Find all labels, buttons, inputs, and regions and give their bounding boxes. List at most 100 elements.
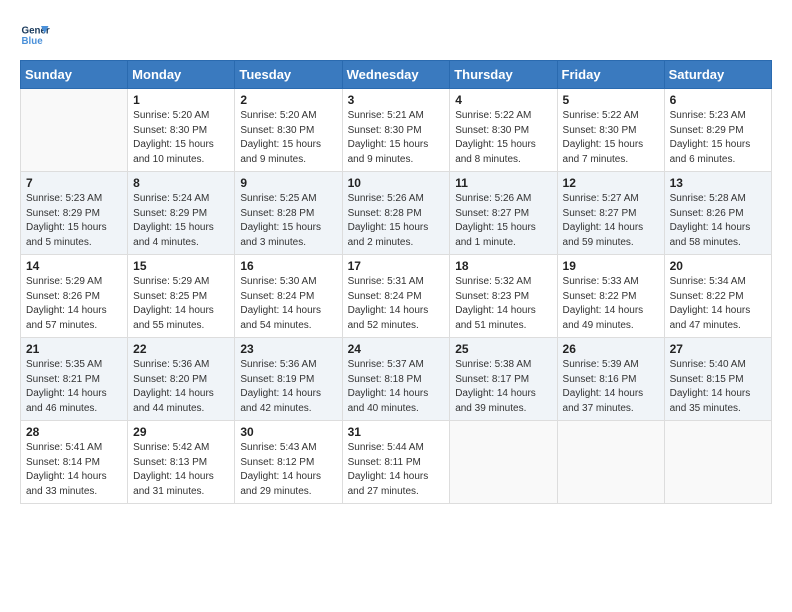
day-info: Sunrise: 5:38 AMSunset: 8:17 PMDaylight:… xyxy=(455,358,551,416)
day-number: 24 xyxy=(348,342,445,356)
calendar-cell: 28Sunrise: 5:41 AMSunset: 8:14 PMDayligh… xyxy=(21,421,128,504)
calendar-cell: 10 Sunrise: 5:26 AMSunset: 8:28 PMDayligh… xyxy=(342,172,450,255)
calendar-cell: 29 Sunrise: 5:42 AMSunset: 8:13 PMDayligh… xyxy=(128,421,235,504)
weekday-header-saturday: Saturday xyxy=(664,61,771,89)
day-number: 7 xyxy=(26,176,122,190)
weekday-header-sunday: Sunday xyxy=(21,61,128,89)
day-number: 9 xyxy=(240,176,336,190)
calendar-cell xyxy=(664,421,771,504)
day-info: Sunrise: 5:44 AMSunset: 8:11 PMDaylight:… xyxy=(348,441,445,499)
day-number: 20 xyxy=(670,259,766,273)
day-info: Sunrise: 5:31 AMSunset: 8:24 PMDaylight:… xyxy=(348,275,445,333)
calendar-cell: 20 Sunrise: 5:34 AMSunset: 8:22 PMDayligh… xyxy=(664,255,771,338)
logo: General Blue xyxy=(20,20,52,50)
day-number: 31 xyxy=(348,425,445,439)
logo-icon: General Blue xyxy=(20,20,50,50)
day-info: Sunrise: 5:29 AMSunset: 8:26 PMDaylight:… xyxy=(26,275,122,333)
day-info: Sunrise: 5:20 AMSunset: 8:30 PMDaylight:… xyxy=(133,109,229,167)
weekday-header-thursday: Thursday xyxy=(450,61,557,89)
day-number: 27 xyxy=(670,342,766,356)
day-info: Sunrise: 5:23 AMSunset: 8:29 PMDaylight:… xyxy=(26,192,122,250)
calendar-cell: 26Sunrise: 5:39 AMSunset: 8:16 PMDayligh… xyxy=(557,338,664,421)
day-number: 11 xyxy=(455,176,551,190)
calendar-cell: 21 Sunrise: 5:35 AMSunset: 8:21 PMDayligh… xyxy=(21,338,128,421)
day-number: 14 xyxy=(26,259,122,273)
day-info: Sunrise: 5:23 AMSunset: 8:29 PMDaylight:… xyxy=(670,109,766,167)
day-number: 6 xyxy=(670,93,766,107)
calendar-week-row: 14 Sunrise: 5:29 AMSunset: 8:26 PMDayligh… xyxy=(21,255,772,338)
day-number: 2 xyxy=(240,93,336,107)
calendar-cell xyxy=(21,89,128,172)
day-number: 21 xyxy=(26,342,122,356)
day-info: Sunrise: 5:43 AMSunset: 8:12 PMDaylight:… xyxy=(240,441,336,499)
page-header: General Blue xyxy=(20,20,772,50)
day-info: Sunrise: 5:33 AMSunset: 8:22 PMDaylight:… xyxy=(563,275,659,333)
weekday-header-monday: Monday xyxy=(128,61,235,89)
weekday-header-friday: Friday xyxy=(557,61,664,89)
day-info: Sunrise: 5:32 AMSunset: 8:23 PMDaylight:… xyxy=(455,275,551,333)
day-info: Sunrise: 5:37 AMSunset: 8:18 PMDaylight:… xyxy=(348,358,445,416)
calendar-week-row: 1 Sunrise: 5:20 AMSunset: 8:30 PMDaylight… xyxy=(21,89,772,172)
calendar-cell: 31 Sunrise: 5:44 AMSunset: 8:11 PMDayligh… xyxy=(342,421,450,504)
calendar-cell: 13Sunrise: 5:28 AMSunset: 8:26 PMDayligh… xyxy=(664,172,771,255)
day-number: 16 xyxy=(240,259,336,273)
calendar-week-row: 21 Sunrise: 5:35 AMSunset: 8:21 PMDayligh… xyxy=(21,338,772,421)
calendar-cell: 27 Sunrise: 5:40 AMSunset: 8:15 PMDayligh… xyxy=(664,338,771,421)
calendar-cell: 14 Sunrise: 5:29 AMSunset: 8:26 PMDayligh… xyxy=(21,255,128,338)
calendar-table: SundayMondayTuesdayWednesdayThursdayFrid… xyxy=(20,60,772,504)
day-info: Sunrise: 5:28 AMSunset: 8:26 PMDaylight:… xyxy=(670,192,766,250)
day-number: 23 xyxy=(240,342,336,356)
day-info: Sunrise: 5:41 AMSunset: 8:14 PMDaylight:… xyxy=(26,441,122,499)
day-number: 12 xyxy=(563,176,659,190)
calendar-cell: 16 Sunrise: 5:30 AMSunset: 8:24 PMDayligh… xyxy=(235,255,342,338)
day-number: 29 xyxy=(133,425,229,439)
calendar-cell: 3Sunrise: 5:21 AMSunset: 8:30 PMDaylight… xyxy=(342,89,450,172)
day-info: Sunrise: 5:22 AMSunset: 8:30 PMDaylight:… xyxy=(455,109,551,167)
calendar-cell: 4 Sunrise: 5:22 AMSunset: 8:30 PMDaylight… xyxy=(450,89,557,172)
day-number: 22 xyxy=(133,342,229,356)
day-number: 17 xyxy=(348,259,445,273)
day-info: Sunrise: 5:24 AMSunset: 8:29 PMDaylight:… xyxy=(133,192,229,250)
calendar-cell: 25Sunrise: 5:38 AMSunset: 8:17 PMDayligh… xyxy=(450,338,557,421)
day-info: Sunrise: 5:34 AMSunset: 8:22 PMDaylight:… xyxy=(670,275,766,333)
calendar-week-row: 28Sunrise: 5:41 AMSunset: 8:14 PMDayligh… xyxy=(21,421,772,504)
day-info: Sunrise: 5:30 AMSunset: 8:24 PMDaylight:… xyxy=(240,275,336,333)
day-number: 30 xyxy=(240,425,336,439)
weekday-header-tuesday: Tuesday xyxy=(235,61,342,89)
day-number: 8 xyxy=(133,176,229,190)
calendar-cell: 18 Sunrise: 5:32 AMSunset: 8:23 PMDayligh… xyxy=(450,255,557,338)
weekday-header-row: SundayMondayTuesdayWednesdayThursdayFrid… xyxy=(21,61,772,89)
day-info: Sunrise: 5:26 AMSunset: 8:27 PMDaylight:… xyxy=(455,192,551,250)
day-info: Sunrise: 5:36 AMSunset: 8:20 PMDaylight:… xyxy=(133,358,229,416)
day-info: Sunrise: 5:36 AMSunset: 8:19 PMDaylight:… xyxy=(240,358,336,416)
day-info: Sunrise: 5:26 AMSunset: 8:28 PMDaylight:… xyxy=(348,192,445,250)
svg-text:Blue: Blue xyxy=(22,36,44,47)
day-info: Sunrise: 5:25 AMSunset: 8:28 PMDaylight:… xyxy=(240,192,336,250)
day-number: 4 xyxy=(455,93,551,107)
calendar-cell: 15 Sunrise: 5:29 AMSunset: 8:25 PMDayligh… xyxy=(128,255,235,338)
calendar-cell xyxy=(450,421,557,504)
day-info: Sunrise: 5:40 AMSunset: 8:15 PMDaylight:… xyxy=(670,358,766,416)
calendar-cell: 22 Sunrise: 5:36 AMSunset: 8:20 PMDayligh… xyxy=(128,338,235,421)
day-number: 1 xyxy=(133,93,229,107)
day-info: Sunrise: 5:39 AMSunset: 8:16 PMDaylight:… xyxy=(563,358,659,416)
day-info: Sunrise: 5:29 AMSunset: 8:25 PMDaylight:… xyxy=(133,275,229,333)
calendar-cell: 8 Sunrise: 5:24 AMSunset: 8:29 PMDaylight… xyxy=(128,172,235,255)
day-number: 18 xyxy=(455,259,551,273)
day-info: Sunrise: 5:20 AMSunset: 8:30 PMDaylight:… xyxy=(240,109,336,167)
day-number: 5 xyxy=(563,93,659,107)
calendar-cell: 11 Sunrise: 5:26 AMSunset: 8:27 PMDayligh… xyxy=(450,172,557,255)
calendar-cell: 17 Sunrise: 5:31 AMSunset: 8:24 PMDayligh… xyxy=(342,255,450,338)
day-number: 15 xyxy=(133,259,229,273)
calendar-cell: 9 Sunrise: 5:25 AMSunset: 8:28 PMDaylight… xyxy=(235,172,342,255)
weekday-header-wednesday: Wednesday xyxy=(342,61,450,89)
calendar-cell: 1 Sunrise: 5:20 AMSunset: 8:30 PMDaylight… xyxy=(128,89,235,172)
day-info: Sunrise: 5:42 AMSunset: 8:13 PMDaylight:… xyxy=(133,441,229,499)
day-number: 3 xyxy=(348,93,445,107)
day-number: 10 xyxy=(348,176,445,190)
day-info: Sunrise: 5:35 AMSunset: 8:21 PMDaylight:… xyxy=(26,358,122,416)
calendar-cell: 30 Sunrise: 5:43 AMSunset: 8:12 PMDayligh… xyxy=(235,421,342,504)
calendar-week-row: 7 Sunrise: 5:23 AMSunset: 8:29 PMDaylight… xyxy=(21,172,772,255)
calendar-cell: 23 Sunrise: 5:36 AMSunset: 8:19 PMDayligh… xyxy=(235,338,342,421)
calendar-cell: 24 Sunrise: 5:37 AMSunset: 8:18 PMDayligh… xyxy=(342,338,450,421)
